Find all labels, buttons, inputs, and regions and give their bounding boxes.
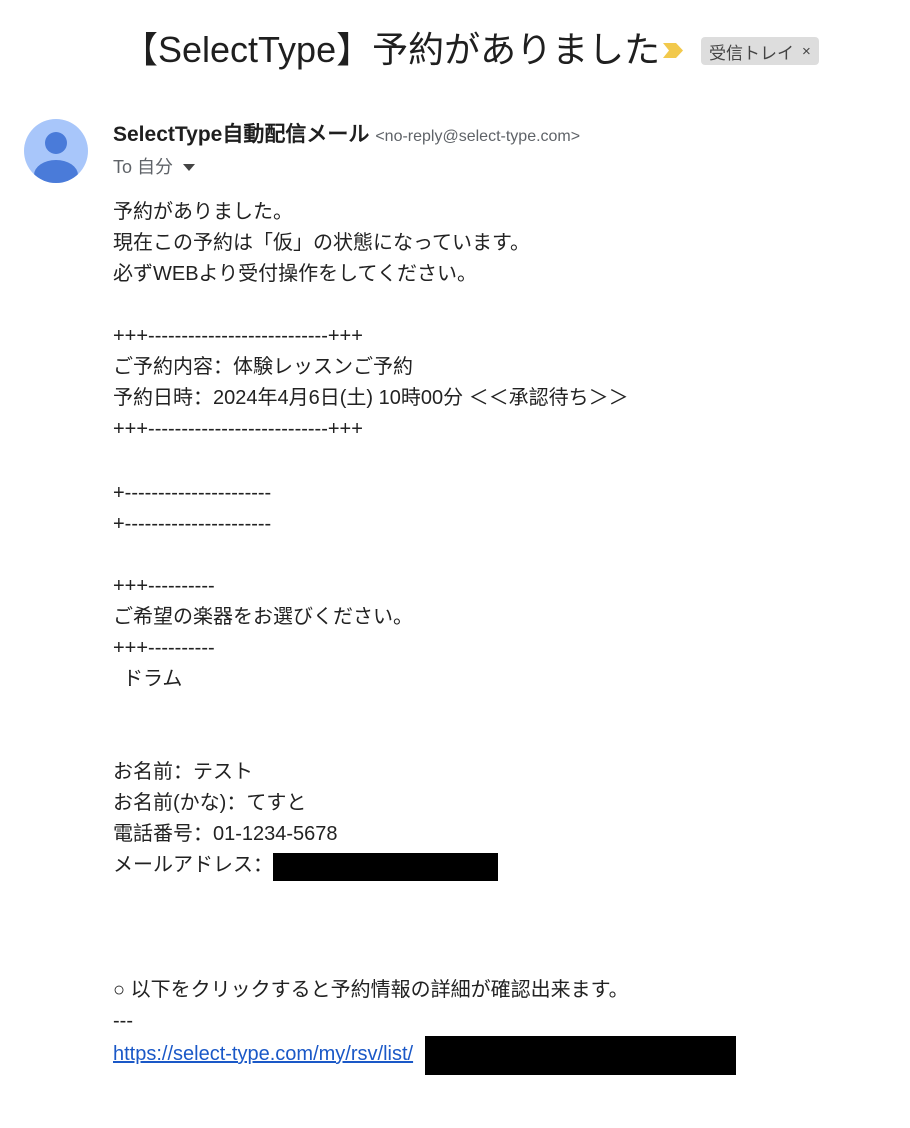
detail-note: ○ 以下をクリックすると予約情報の詳細が確認出来ます。 (113, 979, 629, 1001)
reservation-detail-link[interactable]: https://select-type.com/my/rsv/list/ (113, 1040, 413, 1068)
remove-label-icon[interactable]: × (802, 43, 811, 60)
redacted-email (273, 853, 498, 881)
caret-down-icon[interactable] (183, 164, 196, 171)
intro-line-1: 予約がありました。 (113, 201, 293, 223)
section-divider-1: +---------------------- (113, 482, 272, 504)
sender-info: SelectType自動配信メール <no-reply@select-type.c… (113, 122, 580, 148)
sender-avatar (24, 119, 88, 183)
booking-datetime: 予約日時：2024年4月6日(土) 10時00分 ＜＜承認待ち＞＞ (113, 387, 629, 409)
question-divider-bottom: +++---------- (113, 637, 215, 659)
booking-content: ご予約内容：体験レッスンご予約 (113, 356, 413, 378)
section-divider-2: +---------------------- (113, 513, 272, 535)
customer-phone: 電話番号：01-1234-5678 (113, 823, 338, 845)
redacted-link-path (425, 1036, 736, 1075)
intro-line-3: 必ずWEBより受付操作をしてください。 (113, 263, 477, 285)
person-icon (34, 132, 78, 183)
question-divider-top: +++---------- (113, 575, 215, 597)
instrument-answer: ドラム (123, 668, 183, 690)
customer-name-kana: お名前(かな)：てすと (113, 792, 307, 814)
inbox-label-chip[interactable]: 受信トレイ × (701, 37, 819, 65)
customer-email-label: メールアドレス： (113, 854, 273, 876)
detail-separator: --- (113, 1010, 133, 1032)
customer-name: お名前：テスト (113, 761, 253, 783)
intro-line-2: 現在この予約は「仮」の状態になっています。 (113, 232, 530, 254)
sender-name: SelectType自動配信メール (113, 123, 370, 146)
instrument-question: ご希望の楽器をお選びください。 (113, 606, 413, 628)
email-subject: 【SelectType】予約がありました (122, 29, 661, 70)
sender-email: <no-reply@select-type.com> (375, 128, 581, 145)
recipient-label: To 自分 (113, 157, 174, 177)
booking-divider-top: +++---------------------------+++ (113, 325, 363, 347)
importance-marker-icon[interactable] (661, 42, 685, 59)
recipient-details-toggle[interactable]: To 自分 (113, 154, 196, 180)
booking-divider-bottom: +++---------------------------+++ (113, 418, 363, 440)
label-name: 受信トレイ (709, 43, 794, 63)
